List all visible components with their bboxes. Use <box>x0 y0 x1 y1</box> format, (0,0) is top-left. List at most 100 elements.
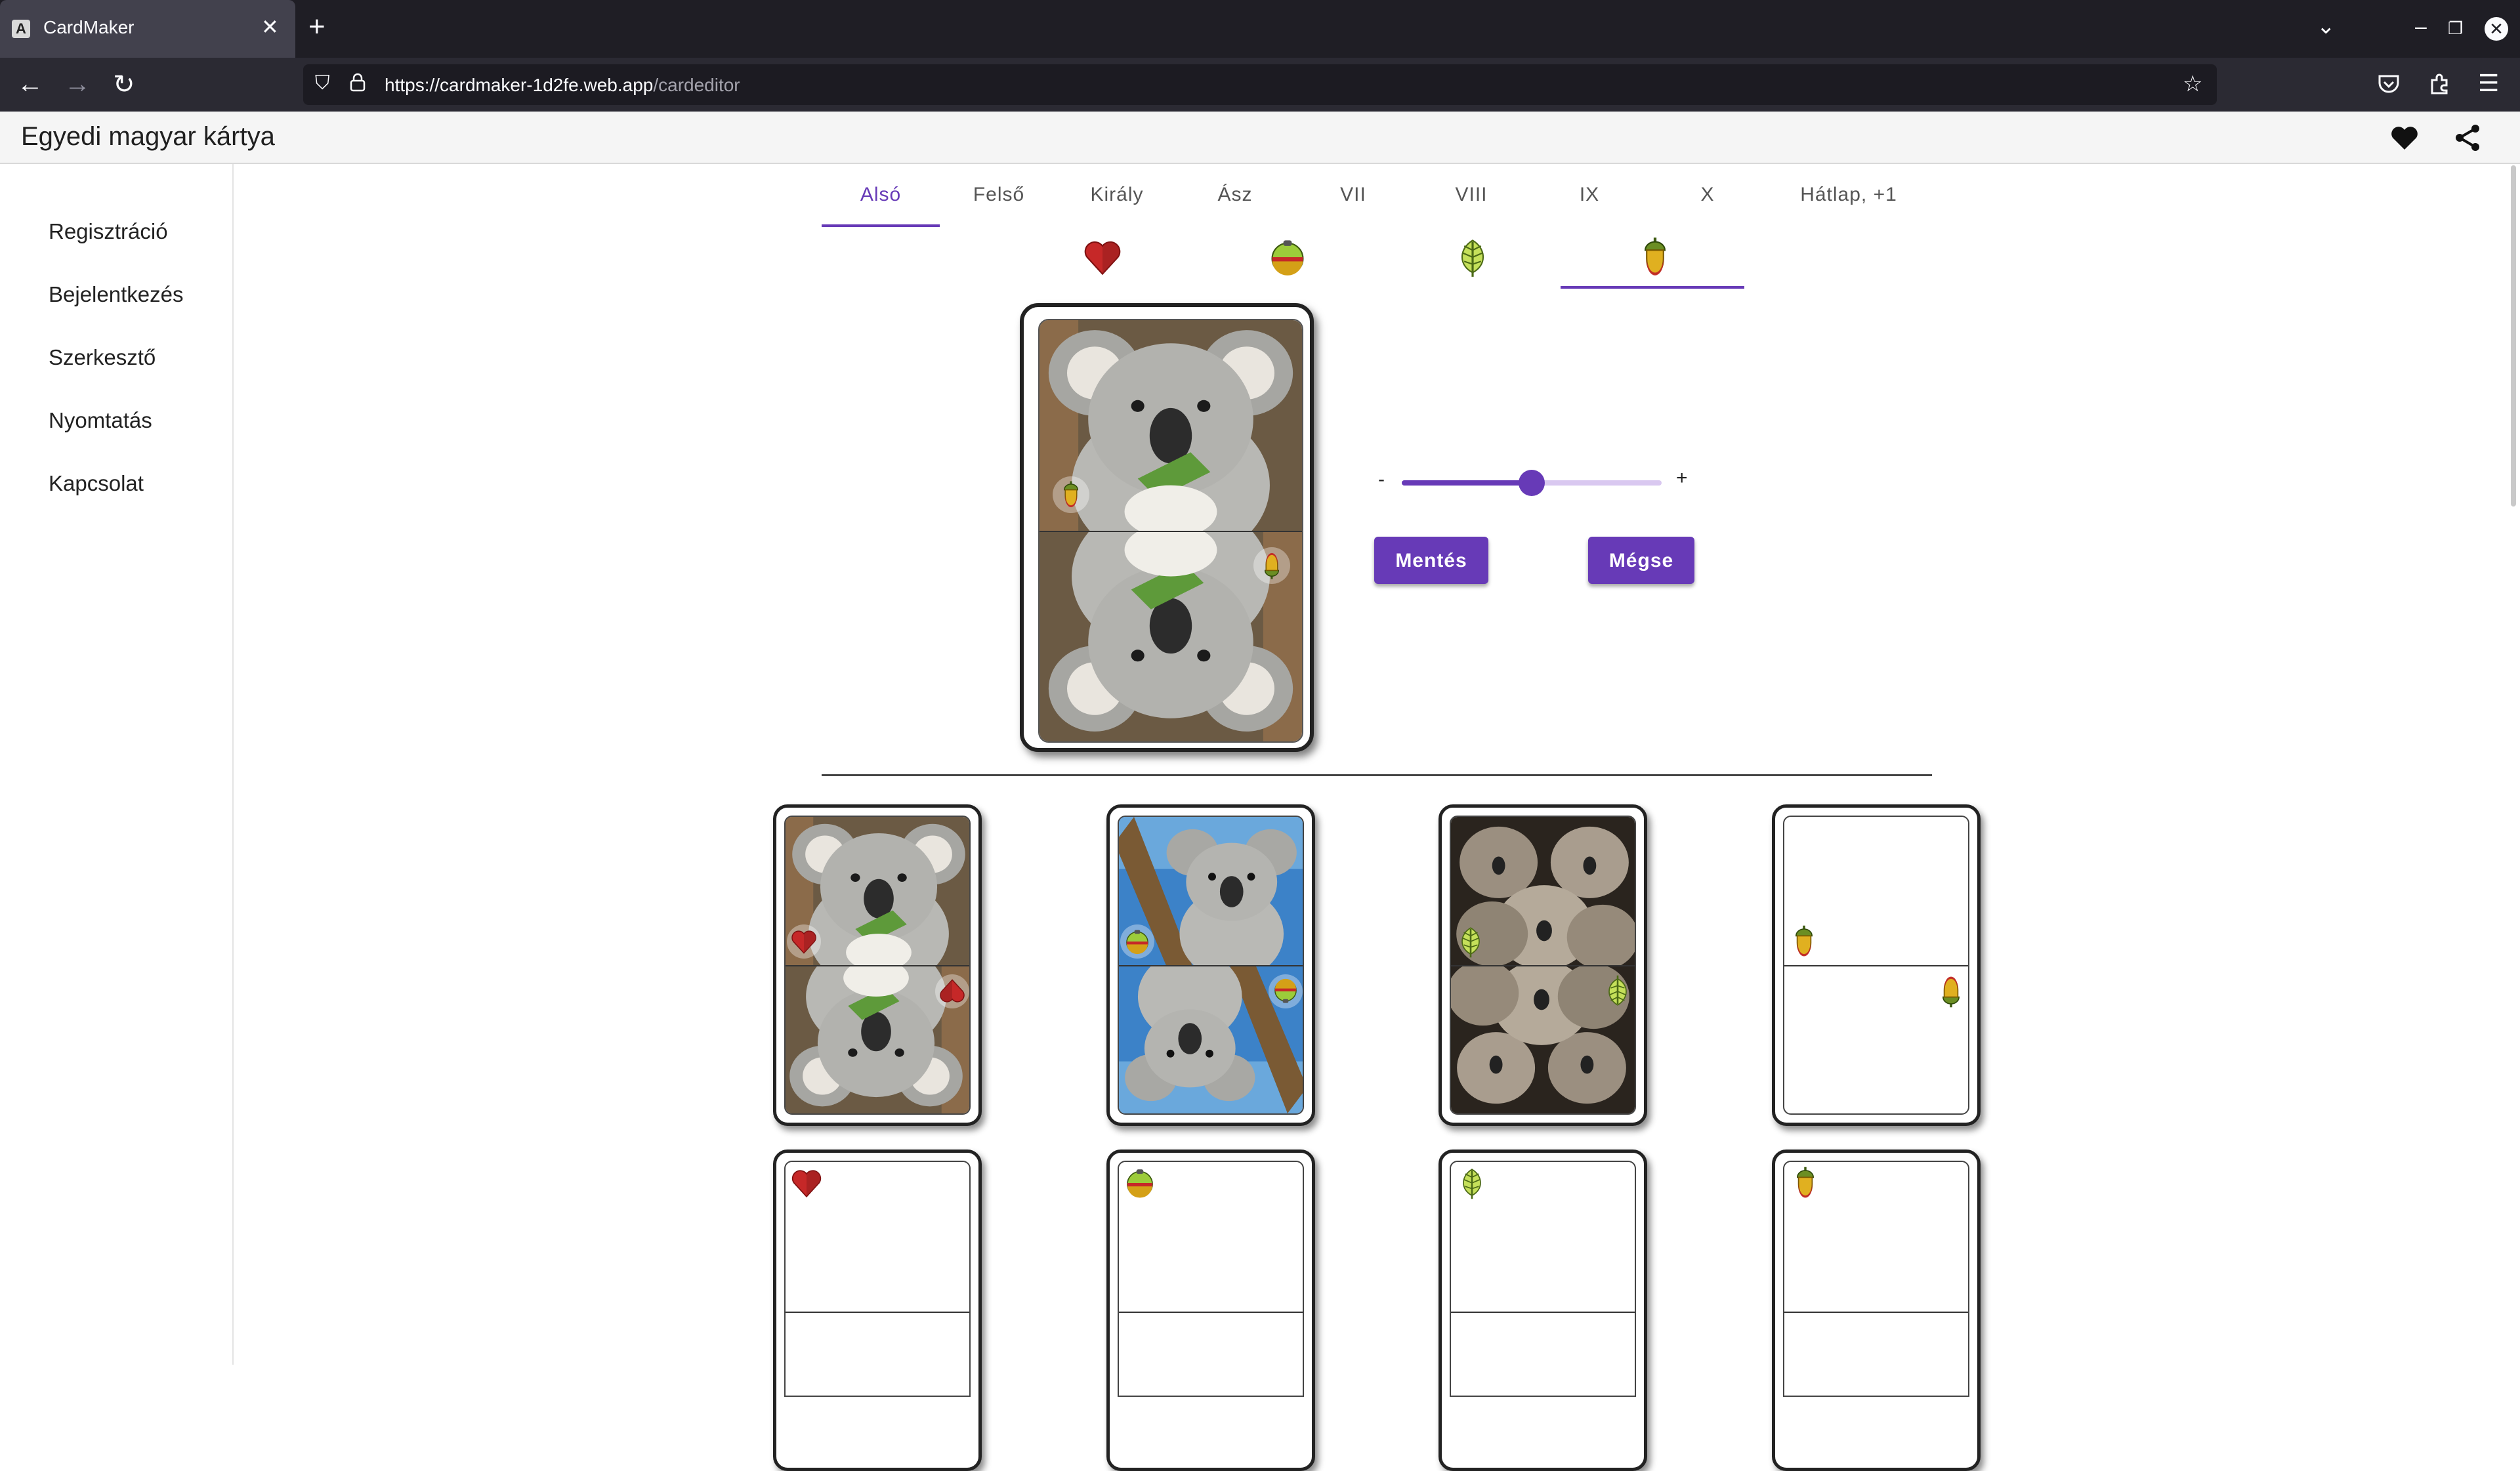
zoom-slider-fill <box>1402 480 1532 486</box>
reload-icon[interactable]: ↻ <box>113 70 135 100</box>
card-midline <box>1119 965 1303 966</box>
leaf-suit-icon <box>1601 974 1635 1008</box>
tab-asz[interactable]: Ász <box>1176 184 1294 227</box>
tab-list-chevron-icon[interactable]: ⌄ <box>2317 13 2336 39</box>
tab-hatlap[interactable]: Hátlap, +1 <box>1767 184 1931 227</box>
close-tab-icon[interactable]: ✕ <box>261 14 279 39</box>
card-image <box>1783 1161 1969 1397</box>
card-midline <box>1784 965 1968 966</box>
restore-window-icon[interactable]: ❐ <box>2448 18 2463 39</box>
card-midline <box>1784 1312 1968 1313</box>
card-bell[interactable] <box>1106 804 1315 1126</box>
card-heart[interactable] <box>773 804 982 1126</box>
card-acorn-empty[interactable] <box>1772 1150 1981 1471</box>
leaf-suit-icon <box>1455 1166 1489 1200</box>
acorn-suit-icon <box>1787 924 1821 959</box>
app-toolbar: Egyedi magyar kártya <box>0 112 2520 164</box>
heart-suit-icon <box>787 924 821 959</box>
card-image <box>1450 816 1636 1115</box>
pocket-icon[interactable] <box>2377 72 2401 102</box>
url-text[interactable]: https://cardmaker-1d2fe.web.app/cardedit… <box>385 75 740 96</box>
app-menu-icon[interactable]: ☰ <box>2478 70 2499 97</box>
card-preview-image[interactable] <box>1038 319 1303 743</box>
browser-tab[interactable]: A CardMaker ✕ <box>0 0 295 58</box>
cancel-button[interactable]: Mégse <box>1588 537 1694 584</box>
active-suit-indicator <box>1561 286 1744 289</box>
card-acorn[interactable] <box>1772 804 1981 1126</box>
leaf-suit-icon <box>1454 924 1488 959</box>
heart-suit-icon <box>935 974 969 1008</box>
bookmark-star-icon[interactable]: ☆ <box>2183 71 2202 97</box>
bell-suit-icon <box>1120 924 1154 959</box>
acorn-suit-icon <box>1053 476 1089 513</box>
zoom-slider[interactable] <box>1402 470 1662 496</box>
browser-tab-title: CardMaker <box>43 17 135 37</box>
url-path: /cardeditor <box>653 75 740 95</box>
browser-nav-bar: ← → ↻ ⛉ https://cardmaker-1d2fe.web.app/… <box>0 58 2520 112</box>
card-midline <box>786 1312 969 1313</box>
section-divider <box>822 774 1932 776</box>
tab-ix[interactable]: IX <box>1530 184 1648 227</box>
browser-tab-strip: A CardMaker ✕ + ⌄ – ❐ ✕ <box>0 0 2520 58</box>
app-favicon-icon: A <box>12 20 30 38</box>
bell-suit-icon <box>1123 1166 1157 1200</box>
card-bell-empty[interactable] <box>1106 1150 1315 1471</box>
tab-suit-acorn[interactable] <box>1561 234 1744 286</box>
tab-suit-bell[interactable] <box>1193 234 1377 286</box>
lock-icon[interactable] <box>349 72 366 97</box>
close-window-icon[interactable]: ✕ <box>2485 17 2508 41</box>
tab-vii[interactable]: VII <box>1294 184 1412 227</box>
back-arrow-icon[interactable]: ← <box>17 70 43 99</box>
card-leaf-empty[interactable] <box>1438 1150 1647 1471</box>
card-preview[interactable] <box>1020 303 1314 752</box>
extensions-icon[interactable] <box>2428 72 2452 102</box>
sidebar-item-print[interactable]: Nyomtatás <box>49 408 152 433</box>
heart-suit-icon <box>1082 236 1124 278</box>
bell-suit-icon <box>1267 236 1309 278</box>
new-tab-icon[interactable]: + <box>308 10 326 43</box>
sidebar-nav: Regisztráció Bejelentkezés Szerkesztő Ny… <box>0 164 234 1365</box>
card-heart-empty[interactable] <box>773 1150 982 1471</box>
card-image <box>784 816 971 1115</box>
tab-felso[interactable]: Felső <box>940 184 1058 227</box>
card-image <box>1118 1161 1304 1397</box>
sidebar-item-login[interactable]: Bejelentkezés <box>49 282 183 307</box>
card-midline <box>1451 1312 1635 1313</box>
forward-arrow-icon[interactable]: → <box>64 70 91 99</box>
app-title: Egyedi magyar kártya <box>21 122 275 151</box>
tab-x[interactable]: X <box>1648 184 1767 227</box>
card-midline <box>1451 965 1635 966</box>
tab-viii[interactable]: VIII <box>1412 184 1530 227</box>
tab-suit-heart[interactable] <box>1008 234 1192 286</box>
active-tab-indicator <box>822 224 940 227</box>
heart-suit-icon <box>789 1166 824 1200</box>
tab-also[interactable]: Alsó <box>822 184 940 227</box>
acorn-suit-icon <box>1934 974 1968 1008</box>
tab-suit-leaf[interactable] <box>1378 234 1562 286</box>
leaf-suit-icon <box>1452 236 1494 278</box>
sidebar-item-registration[interactable]: Regisztráció <box>49 219 168 244</box>
favorite-heart-icon[interactable] <box>2389 122 2420 154</box>
sidebar-item-contact[interactable]: Kapcsolat <box>49 471 144 496</box>
acorn-suit-icon <box>1253 547 1290 584</box>
share-icon[interactable] <box>2452 122 2483 154</box>
tracking-shield-icon[interactable]: ⛉ <box>315 72 330 94</box>
tab-kiraly[interactable]: Király <box>1058 184 1176 227</box>
sidebar-item-editor[interactable]: Szerkesztő <box>49 345 156 370</box>
card-midline <box>1119 1312 1303 1313</box>
address-bar[interactable]: ⛉ https://cardmaker-1d2fe.web.app/carded… <box>303 64 2217 105</box>
minimize-window-icon[interactable]: – <box>2415 14 2427 39</box>
card-midline <box>786 965 969 966</box>
bell-suit-icon <box>1269 974 1303 1008</box>
card-image <box>1450 1161 1636 1397</box>
save-button[interactable]: Mentés <box>1374 537 1488 584</box>
url-host: https://cardmaker-1d2fe.web.app <box>385 75 654 95</box>
page-scrollbar[interactable] <box>2511 165 2516 507</box>
card-leaf[interactable] <box>1438 804 1647 1126</box>
acorn-suit-icon <box>1634 236 1676 278</box>
zoom-slider-thumb[interactable] <box>1519 470 1545 496</box>
card-image <box>1783 816 1969 1115</box>
card-midline <box>1040 531 1302 532</box>
card-image <box>1118 816 1304 1115</box>
zoom-in-label: + <box>1676 467 1688 489</box>
